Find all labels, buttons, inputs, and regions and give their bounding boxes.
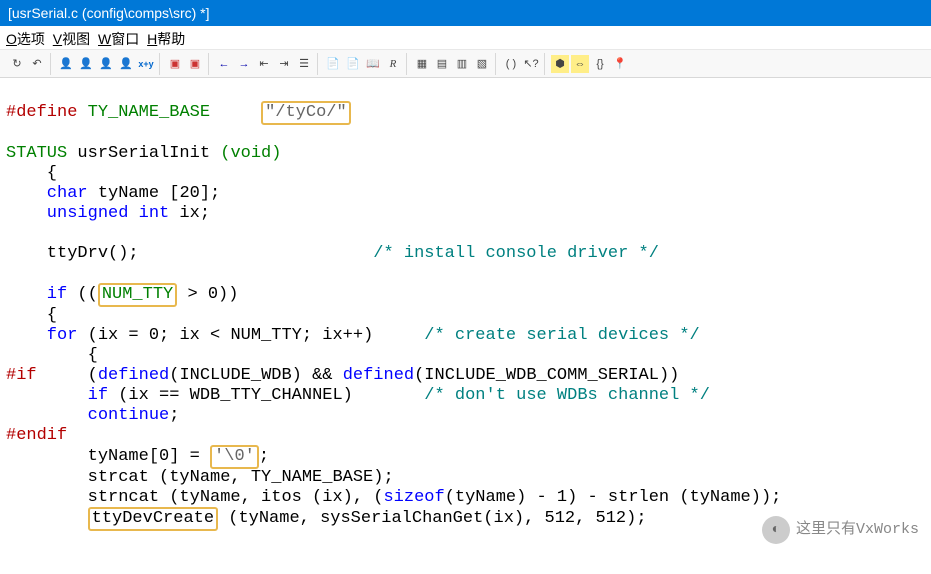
l14-pif: #if xyxy=(6,366,37,385)
tb-group-misc: ( ) ↖? xyxy=(498,53,545,75)
l6-uint: unsigned int xyxy=(6,204,169,223)
arrow-right-icon[interactable]: → xyxy=(235,55,253,73)
l10-if: if xyxy=(6,285,67,304)
l14-d1: defined xyxy=(98,366,169,385)
l17-pendif: #endif xyxy=(6,426,67,445)
l5-char: char xyxy=(6,184,88,203)
l16-cont: continue xyxy=(6,406,169,425)
l21-call: ttyDevCreate xyxy=(92,509,214,528)
l3-void: (void) xyxy=(220,144,281,163)
bracket-icon[interactable]: {} xyxy=(591,55,609,73)
l15-if: if xyxy=(6,386,108,405)
code-editor[interactable]: #define TY_NAME_BASE "/tyCo/" STATUS usr… xyxy=(0,78,931,574)
menu-bar: O选项 V视图 W窗口 H帮助 xyxy=(0,26,931,50)
bookmark-prev-icon[interactable]: ▣ xyxy=(166,55,184,73)
l3-func: usrSerialInit xyxy=(67,144,220,163)
tile4-icon[interactable]: ▧ xyxy=(473,55,491,73)
hex-icon[interactable]: ⬢ xyxy=(551,55,569,73)
menu-options-label: 选项 xyxy=(17,31,45,47)
l19: strcat (tyName, TY_NAME_BASE); xyxy=(6,468,394,487)
find-person-icon[interactable]: 👤 xyxy=(57,55,75,73)
tile2-icon[interactable]: ▤ xyxy=(433,55,451,73)
paren-icon[interactable]: ( ) xyxy=(502,55,520,73)
l3-type: STATUS xyxy=(6,144,67,163)
wechat-icon: ◐ xyxy=(762,516,790,544)
menu-window-label: 窗口 xyxy=(111,31,139,47)
l14-amp: && xyxy=(302,366,343,385)
window-title: [usrSerial.c (config\comps\src) *] xyxy=(8,5,210,21)
tb-group-bookmark: ▣ ▣ xyxy=(162,53,209,75)
help-pointer-icon[interactable]: ↖? xyxy=(522,55,540,73)
l20-sizeof: sizeof xyxy=(383,488,444,507)
menu-options[interactable]: O选项 xyxy=(6,29,45,49)
arrow-left-icon[interactable]: ← xyxy=(215,55,233,73)
l18-l: tyName[0] = xyxy=(6,447,210,466)
reload-icon[interactable]: ↻ xyxy=(8,55,26,73)
l20-b: (tyName) - 1) - strlen (tyName)); xyxy=(445,488,782,507)
l16-semi: ; xyxy=(169,406,179,425)
l13: { xyxy=(6,346,98,365)
l1-name: TY_NAME_BASE xyxy=(88,103,210,122)
menu-help-label: 帮助 xyxy=(157,31,185,47)
l15-rest: (ix == WDB_TTY_CHANNEL) xyxy=(108,386,353,405)
l14-a2: (INCLUDE_WDB_COMM_SERIAL)) xyxy=(414,366,679,385)
tile1-icon[interactable]: ▦ xyxy=(413,55,431,73)
tb-group-nav: ← → ⇤ ⇥ ☰ xyxy=(211,53,318,75)
l4: { xyxy=(6,164,57,183)
l11: { xyxy=(6,306,57,325)
bookmark-next-icon[interactable]: ▣ xyxy=(186,55,204,73)
indent-icon[interactable]: ⇥ xyxy=(275,55,293,73)
l10-rest: > 0)) xyxy=(177,285,238,304)
l12-cmt: /* create serial devices */ xyxy=(424,326,699,345)
location-icon[interactable]: 📍 xyxy=(611,55,629,73)
l6-rest: ix; xyxy=(169,204,210,223)
l5-rest: tyName [20]; xyxy=(88,184,221,203)
toolbar: ↻ ↶ 👤 👤 👤 👤 x+y ▣ ▣ ← → ⇤ ⇥ ☰ 📄 📄 📖 R ▦ … xyxy=(0,50,931,78)
l1-string: "/tyCo/" xyxy=(265,103,347,122)
tile3-icon[interactable]: ▥ xyxy=(453,55,471,73)
tb-group-history: ↻ ↶ xyxy=(4,53,51,75)
l10-numtty: NUM_TTY xyxy=(102,285,173,304)
doc2-icon[interactable]: 📄 xyxy=(344,55,362,73)
l14-d2: defined xyxy=(343,366,414,385)
l10-open: (( xyxy=(67,285,98,304)
menu-window[interactable]: W窗口 xyxy=(98,29,139,49)
tb-group-mode: ⬢ ⇔ {} 📍 xyxy=(547,53,633,75)
menu-view[interactable]: V视图 xyxy=(53,29,90,49)
list-icon[interactable]: ☰ xyxy=(295,55,313,73)
find-next-icon[interactable]: 👤 xyxy=(97,55,115,73)
l18-char: '\0' xyxy=(214,447,255,466)
regex-icon[interactable]: x+y xyxy=(137,55,155,73)
watermark-text: 这里只有VxWorks xyxy=(796,520,919,540)
find-prev-icon[interactable]: 👤 xyxy=(77,55,95,73)
tb-group-search: 👤 👤 👤 👤 x+y xyxy=(53,53,160,75)
l1-define: #define xyxy=(6,103,88,122)
book-icon[interactable]: 📖 xyxy=(364,55,382,73)
window-title-bar: [usrSerial.c (config\comps\src) *] xyxy=(0,0,931,26)
l15-cmt: /* don't use WDBs channel */ xyxy=(424,386,710,405)
l8-cmt: /* install console driver */ xyxy=(373,244,659,263)
expand-icon[interactable]: ⇔ xyxy=(571,55,589,73)
tb-group-docs: 📄 📄 📖 R xyxy=(320,53,407,75)
l21-rest: (tyName, sysSerialChanGet(ix), 512, 512)… xyxy=(218,509,646,528)
l8-call: ttyDrv(); xyxy=(6,244,139,263)
l12-for: for xyxy=(6,326,77,345)
l14-a1: (INCLUDE_WDB) xyxy=(169,366,302,385)
l12-body: (ix = 0; ix < NUM_TTY; ix++) xyxy=(77,326,373,345)
tb-group-tile: ▦ ▤ ▥ ▧ xyxy=(409,53,496,75)
menu-view-label: 视图 xyxy=(62,31,90,47)
l20-a: strncat (tyName, itos (ix), ( xyxy=(6,488,383,507)
menu-help[interactable]: H帮助 xyxy=(147,29,185,49)
outdent-icon[interactable]: ⇤ xyxy=(255,55,273,73)
script-icon[interactable]: R xyxy=(384,55,402,73)
watermark: ◐ 这里只有VxWorks xyxy=(762,516,919,544)
undo-icon[interactable]: ↶ xyxy=(28,55,46,73)
l18-semi: ; xyxy=(259,447,269,466)
doc1-icon[interactable]: 📄 xyxy=(324,55,342,73)
find-all-icon[interactable]: 👤 xyxy=(117,55,135,73)
